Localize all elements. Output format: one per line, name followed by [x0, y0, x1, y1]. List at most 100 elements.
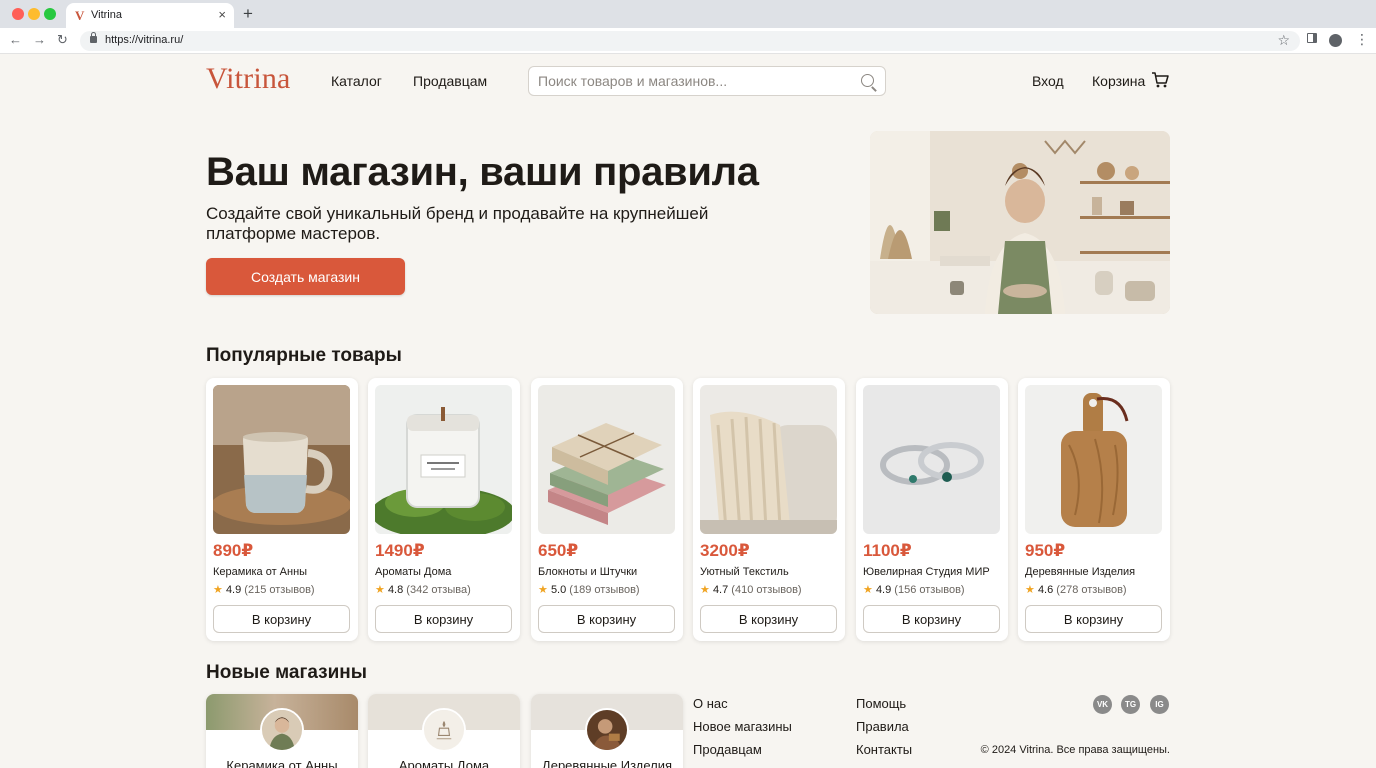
blanket-icon	[700, 385, 837, 534]
shop-card[interactable]: Ароматы Дома	[368, 694, 520, 768]
product-card[interactable]: 650₽ Блокноты и Штучки ★ 5.0 (189 отзыво…	[531, 378, 683, 641]
shop-name[interactable]: Керамика от Анны	[206, 758, 358, 768]
back-arrow-icon[interactable]: ←	[9, 32, 22, 47]
review-count: (278 отзывов)	[1056, 584, 1127, 596]
product-image[interactable]	[213, 385, 350, 534]
footer-link-sellers[interactable]: Продавцам	[693, 742, 762, 757]
browser-toolbar: ← → ↻ https://vitrina.ru/ ☆	[0, 28, 1376, 54]
product-price: 1490₽	[375, 541, 425, 560]
product-image[interactable]	[538, 385, 675, 534]
product-rating: ★ 4.7 (410 отзывов)	[700, 583, 802, 596]
copyright-text: © 2024 Vitrina. Все права защищены.	[980, 744, 1170, 756]
login-link[interactable]: Вход	[1032, 73, 1064, 89]
product-card[interactable]: 890₽ Керамика от Анны ★ 4.9 (215 отзывов…	[206, 378, 358, 641]
telegram-icon[interactable]: TG	[1121, 695, 1140, 714]
review-count: (156 отзывов)	[894, 584, 965, 596]
rating-value: 4.7	[712, 584, 729, 596]
minimize-window-button[interactable]	[28, 8, 40, 20]
cart-link[interactable]: Корзина	[1092, 73, 1145, 89]
review-count: (342 отзыва)	[406, 584, 471, 596]
product-shop-name[interactable]: Уютный Текстиль	[700, 566, 789, 578]
shop-avatar[interactable]	[422, 708, 466, 752]
add-to-cart-button[interactable]: В корзину	[863, 605, 1000, 633]
product-price: 890₽	[213, 541, 254, 560]
shop-name[interactable]: Деревянные Изделия	[531, 758, 683, 768]
bookmark-star-icon[interactable]: ☆	[1277, 32, 1290, 49]
cart-icon[interactable]	[1151, 71, 1169, 89]
shop-avatar[interactable]	[585, 708, 629, 752]
shop-name[interactable]: Ароматы Дома	[368, 758, 520, 768]
instagram-icon[interactable]: IG	[1150, 695, 1169, 714]
product-shop-name[interactable]: Ароматы Дома	[375, 566, 451, 578]
hero-image	[870, 131, 1170, 314]
product-rating: ★ 4.8 (342 отзыва)	[375, 583, 471, 596]
product-price: 3200₽	[700, 541, 750, 560]
shop-card[interactable]: Керамика от Анны	[206, 694, 358, 768]
product-price: 650₽	[538, 541, 579, 560]
product-card[interactable]: 1490₽ Ароматы Дома ★ 4.8 (342 отзыва) В …	[368, 378, 520, 641]
product-card[interactable]: 3200₽ Уютный Текстиль ★ 4.7 (410 отзывов…	[693, 378, 845, 641]
footer-link-new-shops[interactable]: Новое магазины	[693, 719, 792, 734]
forward-arrow-icon[interactable]: →	[33, 32, 46, 47]
create-shop-button[interactable]: Создать магазин	[206, 258, 405, 295]
product-shop-name[interactable]: Деревянные Изделия	[1025, 566, 1135, 578]
star-icon: ★	[538, 584, 548, 596]
close-tab-icon[interactable]: ×	[218, 7, 226, 22]
star-icon: ★	[375, 584, 385, 596]
product-image[interactable]	[863, 385, 1000, 534]
browser-tab[interactable]: V Vitrina ×	[66, 3, 234, 28]
shop-avatar[interactable]	[260, 708, 304, 752]
footer-link-contacts[interactable]: Контакты	[856, 742, 912, 757]
footer-link-help[interactable]: Помощь	[856, 696, 906, 711]
url-text[interactable]: https://vitrina.ru/	[105, 34, 183, 46]
product-card[interactable]: 1100₽ Ювелирная Студия МИР ★ 4.9 (156 от…	[856, 378, 1008, 641]
site-logo[interactable]: Vitrina	[206, 62, 291, 96]
search-box	[528, 66, 886, 96]
candle-icon	[375, 385, 512, 534]
hero-title: Ваш магазин, ваши правила	[206, 150, 759, 194]
search-icon[interactable]	[861, 74, 874, 87]
address-bar[interactable]: https://vitrina.ru/ ☆	[80, 31, 1300, 51]
product-rating: ★ 4.9 (156 отзывов)	[863, 583, 965, 596]
nav-catalog[interactable]: Каталог	[331, 73, 382, 89]
product-image[interactable]	[375, 385, 512, 534]
new-tab-button[interactable]: +	[243, 4, 253, 24]
product-shop-name[interactable]: Керамика от Анны	[213, 566, 307, 578]
add-to-cart-button[interactable]: В корзину	[375, 605, 512, 633]
footer-link-rules[interactable]: Правила	[856, 719, 909, 734]
star-icon: ★	[1025, 584, 1035, 596]
rating-value: 4.6	[1037, 584, 1054, 596]
add-to-cart-button[interactable]: В корзину	[213, 605, 350, 633]
tab-title: Vitrina	[91, 9, 122, 21]
add-to-cart-button[interactable]: В корзину	[700, 605, 837, 633]
new-shops-section-title: Новые магазины	[206, 662, 367, 683]
profile-icon[interactable]	[1329, 34, 1342, 47]
search-input[interactable]	[538, 73, 848, 89]
rating-value: 4.8	[387, 584, 404, 596]
add-to-cart-button[interactable]: В корзину	[538, 605, 675, 633]
product-shop-name[interactable]: Блокноты и Штучки	[538, 566, 637, 578]
footer-link-about[interactable]: О нас	[693, 696, 728, 711]
product-price: 1100₽	[863, 541, 912, 560]
cutting-board-icon	[1025, 385, 1162, 534]
nav-sellers[interactable]: Продавцам	[413, 73, 487, 89]
hero-subtitle: Создайте свой уникальный бренд и продава…	[206, 204, 709, 243]
menu-kebab-icon[interactable]: ⋮	[1355, 31, 1369, 48]
close-window-button[interactable]	[12, 8, 24, 20]
product-card[interactable]: 950₽ Деревянные Изделия ★ 4.6 (278 отзыв…	[1018, 378, 1170, 641]
star-icon: ★	[213, 584, 223, 596]
maximize-window-button[interactable]	[44, 8, 56, 20]
side-panel-icon[interactable]	[1307, 33, 1317, 43]
rating-value: 4.9	[875, 584, 892, 596]
add-to-cart-button[interactable]: В корзину	[1025, 605, 1162, 633]
reload-icon[interactable]: ↻	[57, 32, 68, 48]
review-count: (189 отзывов)	[569, 584, 640, 596]
favicon-icon: V	[75, 8, 85, 23]
vk-icon[interactable]: VK	[1093, 695, 1112, 714]
mug-icon	[213, 385, 350, 534]
product-rating: ★ 4.6 (278 отзывов)	[1025, 583, 1127, 596]
shop-card[interactable]: Деревянные Изделия	[531, 694, 683, 768]
product-image[interactable]	[1025, 385, 1162, 534]
product-shop-name[interactable]: Ювелирная Студия МИР	[863, 566, 990, 578]
product-image[interactable]	[700, 385, 837, 534]
